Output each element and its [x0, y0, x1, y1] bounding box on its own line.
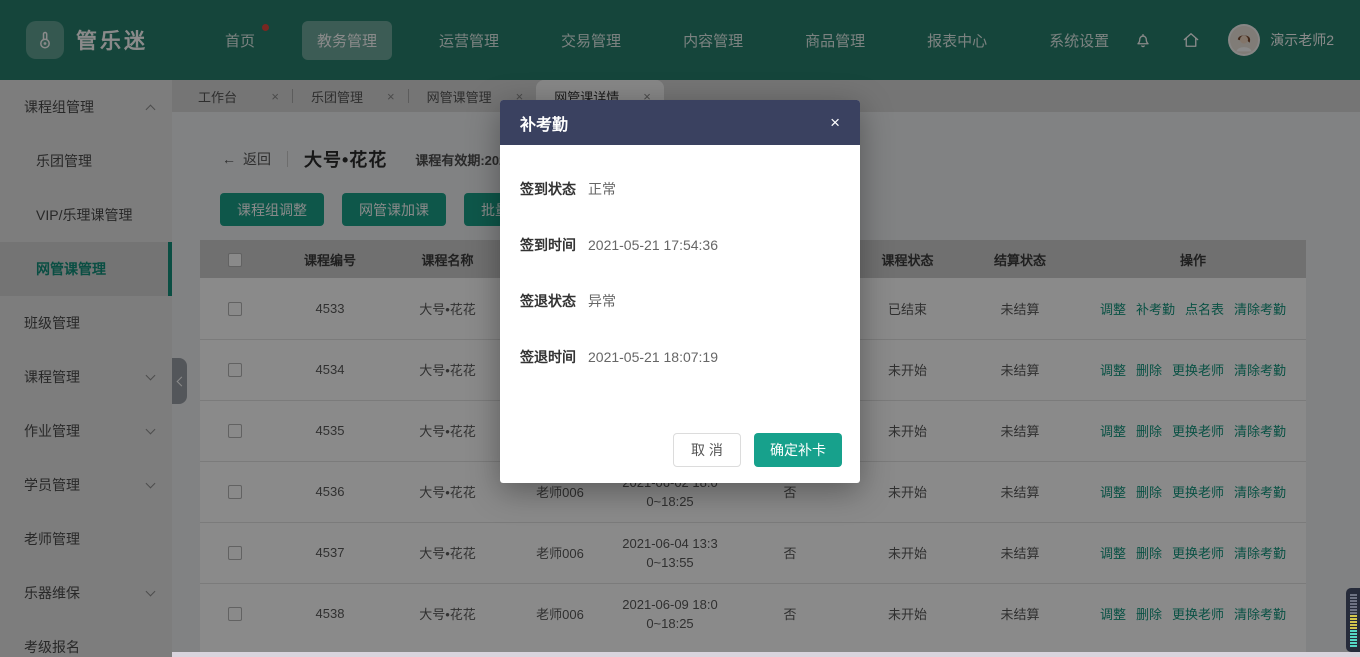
field-value: 异常 [588, 291, 616, 311]
cancel-button[interactable]: 取 消 [673, 433, 741, 467]
checkout-time-field: 签退时间 2021-05-21 18:07:19 [520, 347, 840, 367]
field-value: 2021-05-21 17:54:36 [588, 237, 718, 253]
confirm-makeup-button[interactable]: 确定补卡 [754, 433, 842, 467]
field-value: 正常 [588, 179, 616, 199]
minimap-stripe [1350, 624, 1357, 626]
minimap-stripe [1350, 645, 1357, 647]
field-label: 签到状态 [520, 179, 576, 199]
minimap-stripe [1350, 627, 1357, 629]
modal-title: 补考勤 [520, 111, 568, 135]
app-window: 管乐迷 首页 教务管理 运营管理 交易管理 内容管理 商品管理 报表 [0, 0, 1360, 657]
minimap-stripe [1350, 639, 1357, 641]
horizontal-scrollbar[interactable] [172, 652, 1360, 657]
checkout-status-field: 签退状态 异常 [520, 291, 840, 311]
field-label: 签到时间 [520, 235, 576, 255]
makeup-attendance-modal: 补考勤 × 签到状态 正常 签到时间 2021-05-21 17:54:36 签… [500, 100, 860, 483]
checkin-status-field: 签到状态 正常 [520, 179, 840, 199]
field-value: 2021-05-21 18:07:19 [588, 349, 718, 365]
minimap-stripe [1350, 606, 1357, 608]
modal-header: 补考勤 × [500, 100, 860, 145]
minimap-stripe [1350, 618, 1357, 620]
checkin-time-field: 签到时间 2021-05-21 17:54:36 [520, 235, 840, 255]
minimap-stripe [1350, 633, 1357, 635]
minimap-stripe [1350, 636, 1357, 638]
minimap-stripe [1350, 621, 1357, 623]
minimap-stripe [1350, 609, 1357, 611]
modal-body: 签到状态 正常 签到时间 2021-05-21 17:54:36 签退状态 异常… [500, 145, 860, 433]
minimap-stripe [1350, 642, 1357, 644]
field-label: 签退状态 [520, 291, 576, 311]
modal-close-icon[interactable]: × [830, 114, 840, 131]
minimap-stripe [1350, 600, 1357, 602]
field-label: 签退时间 [520, 347, 576, 367]
minimap-stripe [1350, 630, 1357, 632]
minimap-stripe [1350, 615, 1357, 617]
modal-footer: 取 消 确定补卡 [500, 433, 860, 483]
minimap-stripe [1350, 594, 1357, 596]
minimap-stripe [1350, 597, 1357, 599]
scroll-minimap-widget[interactable] [1346, 588, 1360, 652]
minimap-stripe [1350, 612, 1357, 614]
minimap-stripe [1350, 603, 1357, 605]
